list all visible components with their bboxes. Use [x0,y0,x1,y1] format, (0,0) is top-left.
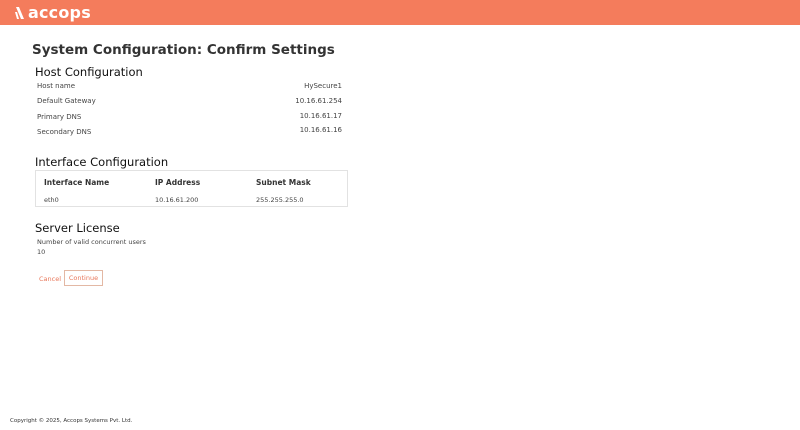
accops-logo-mark-icon [15,7,24,19]
page-title: System Configuration: Confirm Settings [32,42,335,58]
secondary-dns-row: Secondary DNS 10.16.61.16 [37,126,342,142]
primary-dns-label: Primary DNS [37,113,82,121]
column-header-ip-address: IP Address [155,178,201,187]
ip-address-cell: 10.16.61.200 [155,196,199,204]
secondary-dns-value: 10.16.61.16 [299,126,342,134]
interface-table: Interface Name IP Address Subnet Mask et… [35,170,348,207]
host-name-row: Host name HySecure1 [37,82,342,96]
logo-text: accops [28,3,91,22]
subnet-mask-cell: 255.255.255.0 [256,196,304,204]
default-gateway-row: Default Gateway 10.16.61.254 [37,97,342,111]
accops-logo: accops [15,4,91,22]
continue-button[interactable]: Continue [64,270,103,286]
host-configuration-heading: Host Configuration [35,65,143,79]
interface-name-cell: eth0 [44,196,59,204]
concurrent-users-value: 10 [37,248,46,256]
cancel-link[interactable]: Cancel [39,275,61,283]
column-header-subnet-mask: Subnet Mask [256,178,311,187]
host-name-label: Host name [37,82,76,90]
default-gateway-label: Default Gateway [37,97,96,105]
primary-dns-value: 10.16.61.17 [299,112,342,120]
column-header-interface-name: Interface Name [44,178,110,187]
default-gateway-value: 10.16.61.254 [295,97,342,105]
host-name-value: HySecure1 [304,82,342,90]
secondary-dns-label: Secondary DNS [37,128,92,136]
primary-dns-row: Primary DNS 10.16.61.17 [37,112,342,127]
concurrent-users-label: Number of valid concurrent users [37,238,146,246]
interface-configuration-heading: Interface Configuration [35,155,169,169]
footer-copyright: Copyright © 2025, Accops Systems Pvt. Lt… [10,418,133,424]
server-license-heading: Server License [35,221,120,235]
top-header-bar: accops [0,0,800,25]
